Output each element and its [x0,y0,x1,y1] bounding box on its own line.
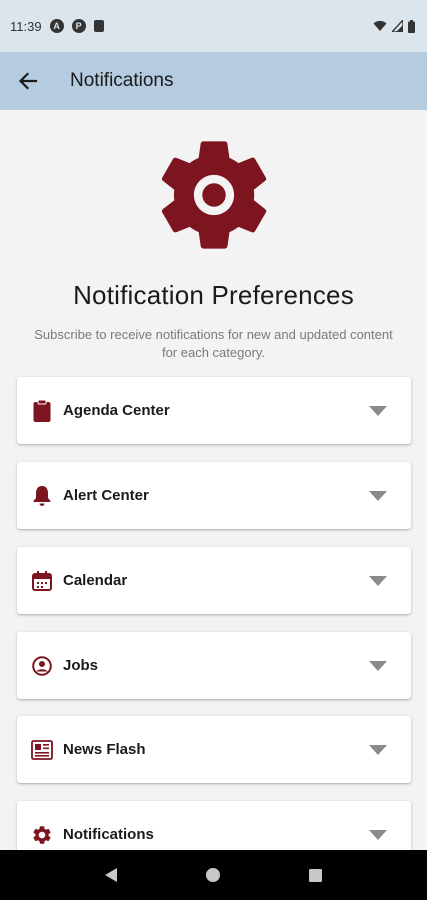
chevron-down-icon[interactable] [369,829,387,840]
gear-icon [31,824,53,846]
page-subtext: Subscribe to receive notifications for n… [34,327,393,360]
a-icon: A [49,19,64,33]
chevron-down-icon[interactable] [369,405,387,416]
square-recents-icon [309,868,323,882]
nav-back-button[interactable] [96,860,126,890]
category-card-calendar[interactable]: Calendar [17,547,411,614]
category-label: News Flash [63,741,146,758]
app-title: Notifications [70,70,174,91]
nav-recents-button[interactable] [301,860,331,890]
chevron-down-icon[interactable] [369,744,387,755]
status-bar: 11:39 A P [0,0,427,52]
app-bar: Notifications [0,52,427,110]
main-content[interactable]: Notification Preferences Subscribe to re… [0,110,427,850]
clipboard-icon [31,399,53,422]
category-label: Calendar [63,572,128,589]
category-label: Alert Center [63,487,149,504]
nav-home-button[interactable] [198,860,228,890]
category-card-agenda-center[interactable]: Agenda Center [17,377,411,444]
triangle-back-icon [105,868,118,882]
category-card-jobs[interactable]: Jobs [17,632,411,699]
system-nav-bar [0,850,427,900]
signal-icon [392,20,403,32]
chevron-down-icon[interactable] [369,490,387,501]
back-button[interactable] [0,52,56,110]
calendar-icon [31,570,53,592]
page-heading: Notification Preferences [73,280,354,310]
status-left: 11:39 A P [10,19,104,34]
category-label: Jobs [63,657,99,674]
sd-card-icon [93,20,104,32]
gear-icon [161,141,267,249]
circle-home-icon [206,868,221,882]
bell-icon [31,485,53,507]
chevron-down-icon[interactable] [369,660,387,671]
person-circle-icon [31,655,53,677]
newspaper-icon [31,739,53,761]
category-label: Agenda Center [63,402,170,419]
category-card-notifications[interactable]: Notifications [17,801,411,850]
status-time: 11:39 [10,18,42,34]
battery-icon [408,19,415,33]
category-label: Notifications [63,826,154,843]
chevron-down-icon[interactable] [369,575,387,586]
wifi-icon [373,20,387,31]
status-right [373,19,415,33]
p-icon: P [71,19,86,33]
arrow-left-icon [18,72,38,90]
category-card-alert-center[interactable]: Alert Center [17,462,411,529]
category-card-news-flash[interactable]: News Flash [17,716,411,783]
